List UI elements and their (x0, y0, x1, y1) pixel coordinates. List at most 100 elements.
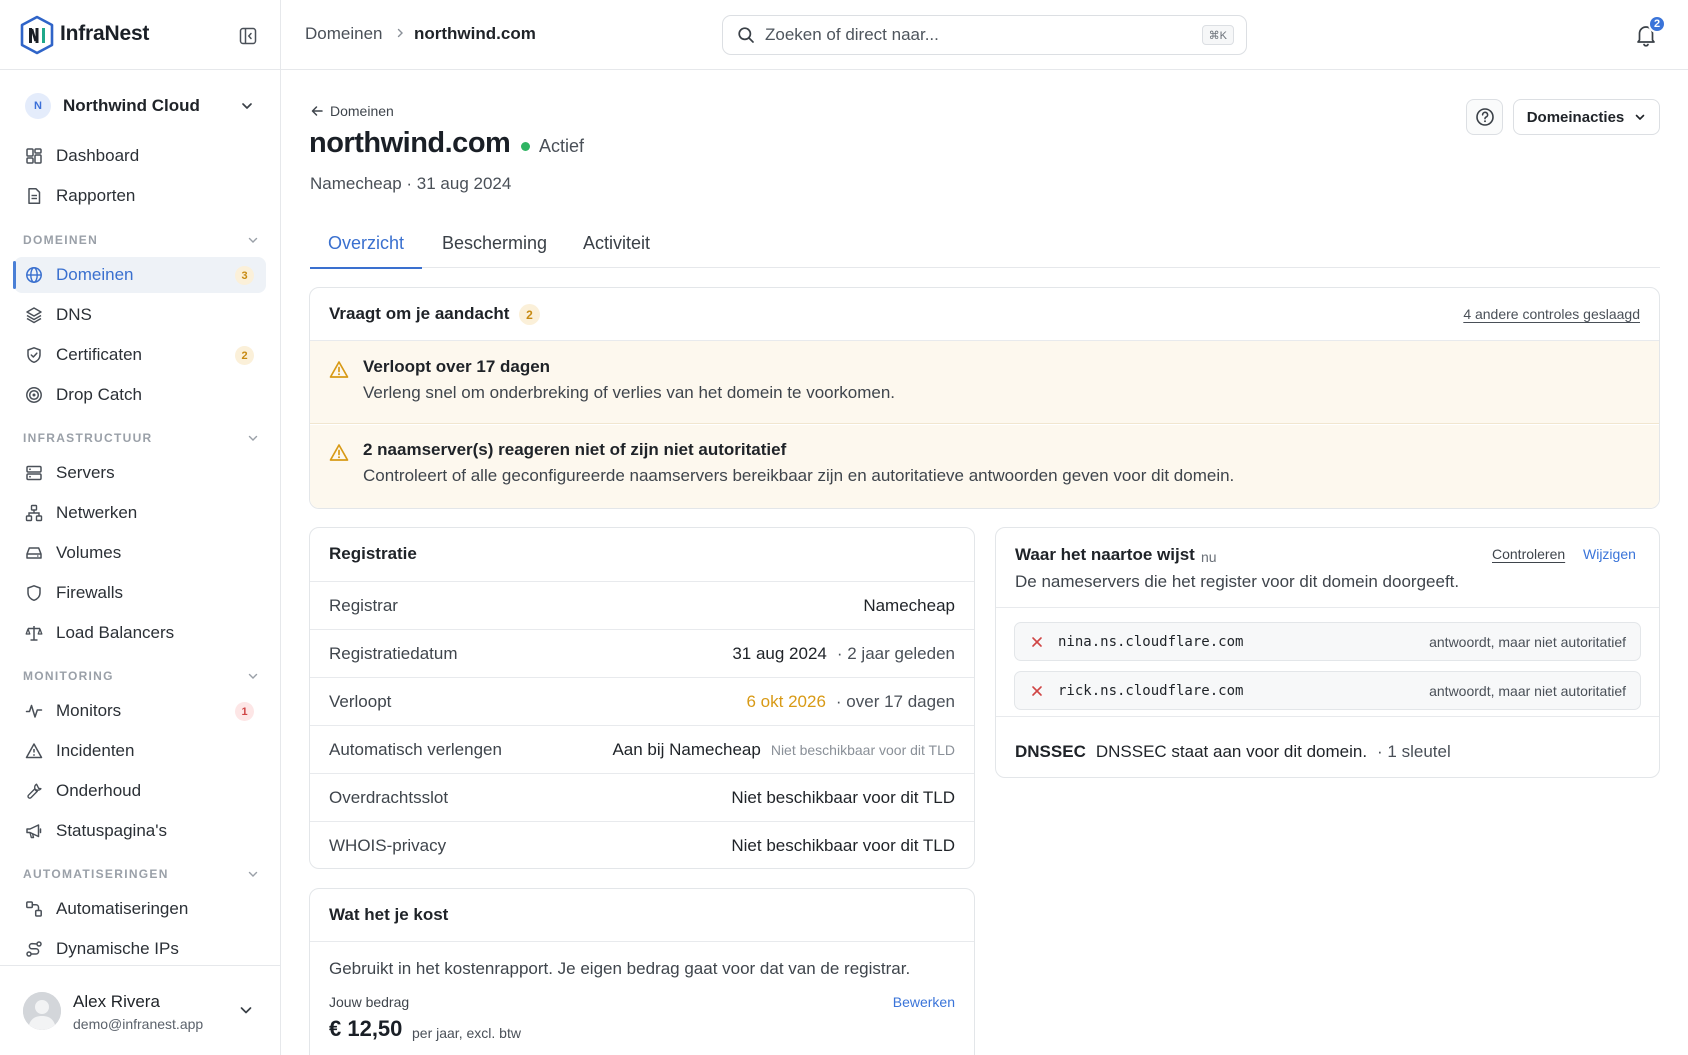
attention-card-header: Vraagt om je aandacht 2 4 andere control… (310, 288, 1659, 341)
attention-item-nameservers: 2 naamserver(s) reageren niet of zijn ni… (310, 425, 1659, 508)
tab-activiteit[interactable]: Activiteit (583, 224, 650, 268)
sidebar-item-label: Onderhoud (56, 781, 142, 800)
alert-triangle-icon (25, 743, 43, 759)
help-button[interactable] (1466, 99, 1503, 135)
chevron-down-icon (248, 237, 258, 243)
sidebar-item-label: Rapporten (56, 186, 136, 205)
sidebar-section-title: MONITORING (23, 669, 114, 683)
sidebar-item-label: Statuspagina's (56, 821, 167, 840)
sidebar-item-rapporten[interactable]: Rapporten (14, 178, 266, 214)
cost-amount-label: Jouw bedrag (329, 994, 410, 1010)
sidebar-item-drop-catch[interactable]: Drop Catch (14, 377, 266, 413)
infranest-logo-icon (20, 15, 54, 55)
sidebar-item-monitors[interactable]: Monitors 1 (14, 693, 266, 729)
cost-unit: per jaar, excl. btw (412, 1025, 521, 1041)
warning-icon (329, 361, 349, 378)
sidebar-item-firewalls[interactable]: Firewalls (14, 575, 266, 611)
expiry-date-value: 6 okt 2026 (746, 692, 826, 711)
attention-item-title: Verloopt over 17 dagen (363, 357, 551, 376)
page-title: northwind.com (309, 127, 511, 159)
back-link-label: Domeinen (330, 103, 394, 119)
sidebar-item-label: Drop Catch (56, 385, 142, 404)
nameserver-host: nina.ns.cloudflare.com (1058, 634, 1244, 650)
warning-icon (329, 444, 349, 461)
sidebar-section-title: INFRASTRUCTUUR (23, 431, 153, 445)
row-label: Registrar (329, 596, 398, 615)
status-dot (521, 142, 530, 151)
sidebar-item-incidenten[interactable]: Incidenten (14, 733, 266, 769)
count-badge: 3 (235, 266, 254, 285)
chevron-down-icon[interactable] (238, 1002, 254, 1018)
sidebar-section-monitoring[interactable]: MONITORING (23, 666, 259, 686)
nameserver-row: rick.ns.cloudflare.com antwoordt, maar n… (1014, 671, 1641, 710)
sidebar-item-label: Dynamische IPs (56, 939, 179, 958)
dnssec-row: DNSSEC DNSSEC staat aan voor dit domein.… (1015, 742, 1451, 762)
tab-bescherming[interactable]: Bescherming (442, 224, 547, 268)
sidebar-item-onderhoud[interactable]: Onderhoud (14, 773, 266, 809)
registration-card-title: Registratie (329, 544, 417, 563)
registrar-value: Namecheap (863, 596, 955, 615)
search-box[interactable]: ⌘K (722, 15, 1247, 55)
page-subtitle: Namecheap · 31 aug 2024 (310, 174, 512, 193)
status-badge: Actief (539, 136, 585, 156)
edit-nameservers-link[interactable]: Wijzigen (1583, 546, 1636, 562)
domain-actions-button[interactable]: Domeinacties (1513, 99, 1660, 135)
search-icon (738, 27, 754, 43)
avatar (23, 992, 61, 1030)
user-avatar-icon (23, 992, 61, 1030)
count-badge: 2 (235, 346, 254, 365)
sidebar-section-domeinen[interactable]: DOMEINEN (23, 230, 259, 250)
chevron-down-icon (1635, 114, 1645, 120)
tab-overzicht[interactable]: Overzicht (309, 224, 423, 269)
user-name: Alex Rivera (73, 992, 160, 1011)
transferlock-value: Niet beschikbaar voor dit TLD (731, 788, 955, 807)
sidebar-item-dashboard[interactable]: Dashboard (14, 138, 266, 174)
sidebar-item-label: Incidenten (56, 741, 135, 760)
sidebar-item-domeinen[interactable]: Domeinen 3 (13, 257, 266, 293)
sidebar-item-netwerken[interactable]: Netwerken (14, 495, 266, 531)
globe-icon (26, 267, 42, 283)
sidebar-item-volumes[interactable]: Volumes (14, 535, 266, 571)
last-checked: nu (1201, 549, 1217, 565)
sidebar-section-automatiseringen[interactable]: AUTOMATISERINGEN (23, 864, 259, 884)
back-link[interactable]: Domeinen (310, 102, 394, 120)
sidebar-item-label: Automatiseringen (56, 899, 189, 918)
sidebar-item-statuspaginas[interactable]: Statuspagina's (14, 813, 266, 849)
close-x-icon (1032, 637, 1042, 647)
row-label: Registratiedatum (329, 644, 458, 663)
sidebar-item-dynamische-ips[interactable]: Dynamische IPs (14, 931, 266, 967)
route-icon (26, 941, 42, 957)
sidebar-item-label: DNS (56, 305, 92, 324)
wrench-icon (27, 783, 42, 799)
sidebar-toggle-icon (239, 27, 257, 45)
sidebar-item-label: Firewalls (56, 583, 124, 602)
chevron-down-icon (248, 871, 258, 877)
row-label: Automatisch verlengen (329, 740, 502, 759)
registration-row-date: Registratiedatum 31 aug 2024 · 2 jaar ge… (310, 629, 974, 677)
search-input[interactable] (765, 25, 1185, 45)
sidebar-item-load-balancers[interactable]: Load Balancers (14, 615, 266, 651)
passed-checks-link[interactable]: 4 andere controles geslaagd (1463, 306, 1640, 322)
sidebar-item-label: Domeinen (56, 265, 134, 284)
breadcrumb-domeinen[interactable]: Domeinen (305, 24, 383, 44)
sidebar-item-certificaten[interactable]: Certificaten 2 (14, 337, 266, 373)
collapse-sidebar-button[interactable] (236, 24, 260, 48)
sidebar-item-dns[interactable]: DNS (14, 297, 266, 333)
target-icon (26, 387, 42, 403)
network-icon (25, 504, 43, 522)
nameservers-card: Waar het naartoe wijst nu Controleren Wi… (995, 527, 1660, 778)
row-label: WHOIS-privacy (329, 836, 447, 855)
search-shortcut: ⌘K (1201, 25, 1234, 45)
tab-bar: Overzicht Bescherming Activiteit (309, 224, 1660, 269)
org-switcher[interactable]: N Northwind Cloud (14, 86, 266, 126)
chevron-down-icon (248, 435, 258, 441)
sidebar-section-infrastructuur[interactable]: INFRASTRUCTUUR (23, 428, 259, 448)
sidebar-item-automatiseringen[interactable]: Automatiseringen (14, 891, 266, 927)
sidebar-item-servers[interactable]: Servers (14, 455, 266, 491)
edit-cost-link[interactable]: Bewerken (893, 994, 955, 1010)
autorenew-value: Aan bij Namecheap (612, 740, 761, 759)
nameservers-card-title: Waar het naartoe wijst (1015, 545, 1195, 564)
row-value: Niet beschikbaar voor dit TLD (731, 836, 955, 856)
check-nameservers-link[interactable]: Controleren (1492, 546, 1565, 562)
user-menu[interactable]: Alex Rivera demo@infranest.app (0, 965, 280, 1055)
